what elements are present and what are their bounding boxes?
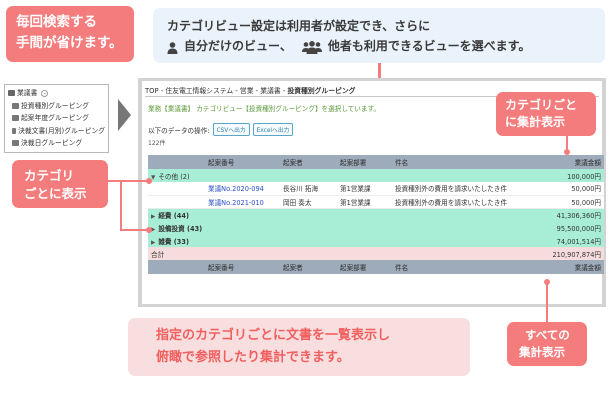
col-author[interactable]: 起案者 — [280, 155, 337, 169]
grouped-document-table: 起案番号 起案者 起案部署 件名 業議金額 ▼ その他 (2) 100,000円 … — [148, 155, 604, 274]
person-icon — [167, 40, 178, 54]
view-icon — [12, 140, 19, 147]
expand-icon[interactable]: ▶ — [151, 214, 155, 220]
data-operations: 以下のデータの操作: CSVへ出力 Excelへ出力 — [148, 123, 294, 136]
category-tree: 業議書 - 投資種別グルーピング 起案年度グルーピング 決裁文書(月別)グルーピン… — [4, 84, 109, 153]
total-row: 合計 210,907,874円 — [148, 247, 604, 260]
selection-notice: 業務【業議書】 カテゴリビュー【投資種別グルーピング】を選択しています。 — [148, 105, 381, 113]
view-icon — [12, 115, 19, 122]
group-row-capex[interactable]: ▶ 設備投資 (43) 95,500,000円 — [148, 221, 604, 234]
connector-dot — [564, 149, 570, 155]
table-footer: 起案番号 起案者 起案部署 件名 業議金額 — [148, 260, 604, 274]
folder-icon — [8, 90, 15, 97]
col-dept[interactable]: 起案部署 — [337, 155, 392, 169]
breadcrumb: TOP - 住友電工情報システム - 営業 - 業議書 - 投資種別グルーピング — [145, 87, 356, 95]
connector-line — [108, 180, 150, 182]
col-amount[interactable]: 業議金額 — [534, 155, 604, 169]
connector-dot — [544, 279, 550, 285]
view-icon — [12, 102, 19, 109]
group-row-misc[interactable]: ▶ 雑費 (33) 74,001,514円 — [148, 234, 604, 247]
connector-line — [546, 283, 548, 322]
callout-save-search: 毎回検索する 手間が省けます。 — [6, 6, 134, 62]
document-link[interactable]: 業議No.2020-094 — [208, 185, 264, 193]
tree-root[interactable]: 業議書 - — [8, 87, 105, 100]
col-number[interactable]: 起案番号 — [205, 155, 280, 169]
excel-export-button[interactable]: Excelへ出力 — [252, 123, 294, 136]
connector-line — [120, 180, 122, 230]
tree-item-year[interactable]: 起案年度グルーピング — [8, 112, 105, 125]
arrow-right-icon — [118, 99, 131, 131]
tree-item-date[interactable]: 決裁日グルーピング — [8, 137, 105, 150]
record-count: 122件 — [148, 140, 166, 147]
csv-export-button[interactable]: CSVへ出力 — [212, 123, 250, 136]
group-row-expenses[interactable]: ▶ 経費 (44) 41,306,360円 — [148, 208, 604, 221]
document-link[interactable]: 業議No.2021-010 — [208, 199, 264, 207]
expand-icon[interactable]: ▶ — [151, 240, 155, 246]
tree-item-investment[interactable]: 投資種別グルーピング — [8, 100, 105, 113]
tree-item-month[interactable]: 決裁文書(月別)グルーピング — [8, 125, 105, 138]
connector-dot — [146, 177, 152, 184]
group-icon — [301, 40, 322, 54]
table-row: 業議No.2021-010 岡田 奏太 第1営業課 投資種別外の費用を請求いたし… — [148, 195, 604, 209]
callout-grandtotal: すべての 集計表示 — [507, 322, 587, 366]
expand-icon[interactable]: - — [41, 89, 49, 97]
view-icon — [12, 127, 17, 134]
connector-dot — [146, 227, 152, 233]
table-header: 起案番号 起案者 起案部署 件名 業議金額 — [148, 155, 604, 169]
callout-view-settings: カテゴリビュー設定は利用者が設定でき、さらに 自分だけのビュー、 他者も利用でき… — [153, 8, 605, 63]
callout-subtotal: カテゴリごと に集計表示 — [496, 92, 596, 136]
callout-category: カテゴリ ごとに表示 — [12, 160, 108, 208]
callout-summary: 指定のカテゴリごとに文書を一覧表示し 俯瞰で参照したり集計できます。 — [128, 318, 470, 376]
col-subject[interactable]: 件名 — [392, 155, 534, 169]
table-row: 業議No.2020-094 長谷川 拓海 第1営業課 投資種別外の費用を請求いた… — [148, 182, 604, 196]
group-row-other[interactable]: ▼ その他 (2) 100,000円 — [148, 169, 604, 182]
